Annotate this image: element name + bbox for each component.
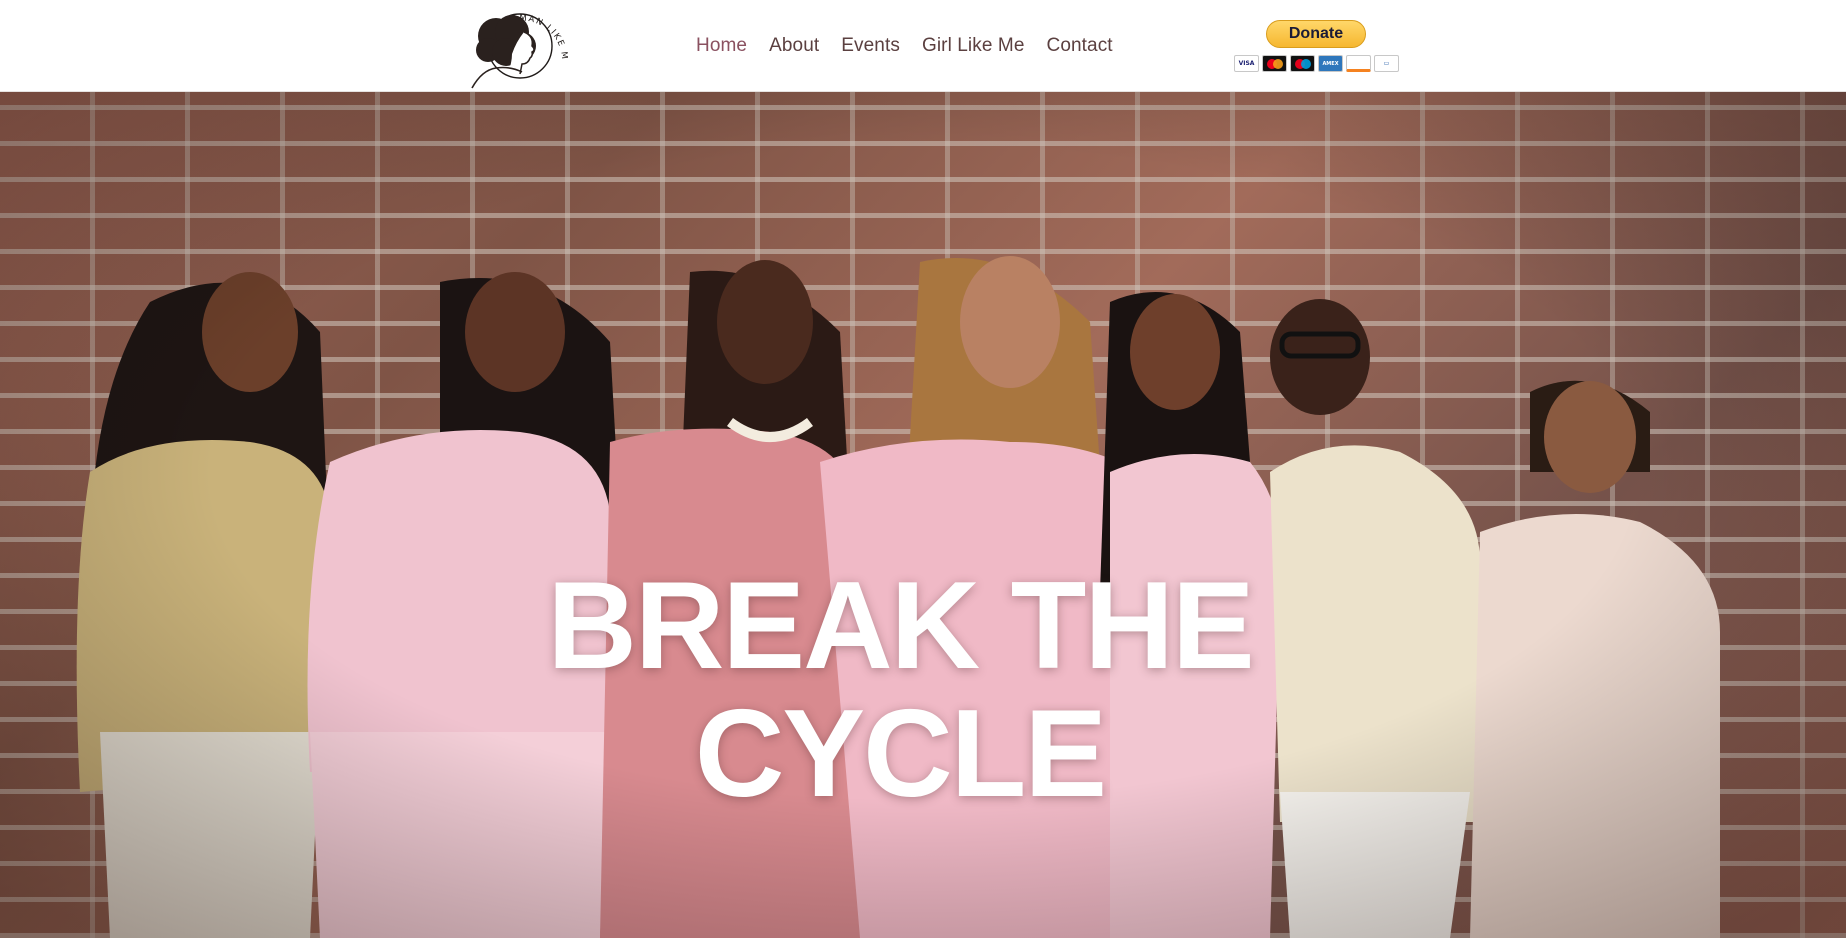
nav-item-events[interactable]: Events: [841, 35, 900, 57]
discover-card-icon: [1346, 55, 1371, 72]
hero-title: BREAK THE CYCLE: [450, 562, 1350, 818]
nav-item-about[interactable]: About: [769, 35, 819, 57]
paypal-donate: Donate VISA AMEX ▭: [1234, 20, 1399, 74]
afro-silhouette-logo-icon: WOMAN LIKE ME: [462, 2, 568, 89]
hero-title-line-2: CYCLE: [694, 685, 1107, 823]
logo[interactable]: WOMAN LIKE ME: [462, 2, 568, 90]
amex-card-icon: AMEX: [1318, 55, 1343, 72]
nav-item-contact[interactable]: Contact: [1047, 35, 1113, 57]
maestro-card-icon: [1290, 55, 1315, 72]
nav-item-girl-like-me[interactable]: Girl Like Me: [922, 35, 1025, 57]
hero-title-line-1: BREAK THE: [547, 557, 1254, 695]
site-header: WOMAN LIKE ME Home About Events Girl Lik…: [0, 0, 1846, 92]
main-nav: Home About Events Girl Like Me Contact: [696, 33, 1113, 59]
mastercard-card-icon: [1262, 55, 1287, 72]
hero-section: BREAK THE CYCLE: [0, 92, 1846, 938]
nav-item-home[interactable]: Home: [696, 35, 747, 57]
echeck-card-icon: ▭: [1374, 55, 1399, 72]
donate-button[interactable]: Donate: [1266, 20, 1366, 48]
visa-card-icon: VISA: [1234, 55, 1259, 72]
payment-cards: VISA AMEX ▭: [1234, 55, 1399, 72]
